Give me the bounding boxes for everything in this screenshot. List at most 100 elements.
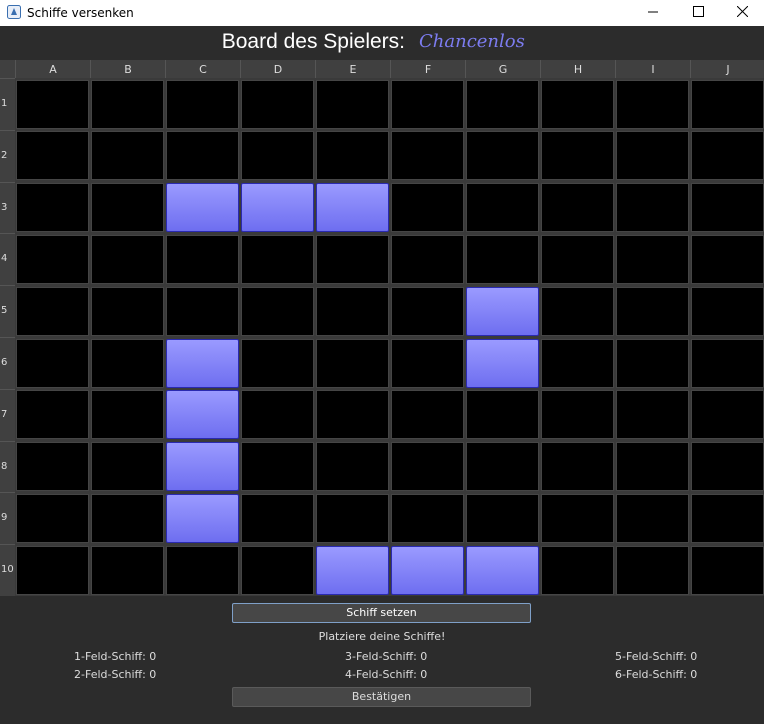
board-cell-d7[interactable] xyxy=(241,390,314,440)
board-cell-e5[interactable] xyxy=(316,286,389,336)
board-cell-c10[interactable] xyxy=(166,545,239,595)
board-cell-b1[interactable] xyxy=(91,79,164,129)
board-cell-i5[interactable] xyxy=(616,286,689,336)
board-cell-f7[interactable] xyxy=(391,390,464,440)
board-cell-a4[interactable] xyxy=(16,234,89,284)
board-cell-e4[interactable] xyxy=(316,234,389,284)
board-cell-g7[interactable] xyxy=(466,390,539,440)
board-cell-c4[interactable] xyxy=(166,234,239,284)
board-cell-g4[interactable] xyxy=(466,234,539,284)
place-ship-button[interactable]: Schiff setzen xyxy=(232,603,531,623)
board-cell-a3[interactable] xyxy=(16,183,89,233)
board-cell-b4[interactable] xyxy=(91,234,164,284)
board-cell-b10[interactable] xyxy=(91,545,164,595)
board-cell-d6[interactable] xyxy=(241,338,314,388)
board-cell-i3[interactable] xyxy=(616,183,689,233)
board-cell-f8[interactable] xyxy=(391,442,464,492)
board-cell-h8[interactable] xyxy=(541,442,614,492)
board-cell-h6[interactable] xyxy=(541,338,614,388)
board-cell-f2[interactable] xyxy=(391,131,464,181)
board-cell-j8[interactable] xyxy=(691,442,764,492)
board-cell-e2[interactable] xyxy=(316,131,389,181)
ship-cell-c7[interactable] xyxy=(166,390,239,440)
board-cell-j1[interactable] xyxy=(691,79,764,129)
confirm-button[interactable]: Bestätigen xyxy=(232,687,531,707)
board-cell-d2[interactable] xyxy=(241,131,314,181)
ship-cell-e10[interactable] xyxy=(316,545,389,595)
board-cell-g9[interactable] xyxy=(466,493,539,543)
board-cell-d8[interactable] xyxy=(241,442,314,492)
board-cell-b9[interactable] xyxy=(91,493,164,543)
board-cell-i9[interactable] xyxy=(616,493,689,543)
board-cell-i2[interactable] xyxy=(616,131,689,181)
ship-cell-g10[interactable] xyxy=(466,545,539,595)
board-cell-d5[interactable] xyxy=(241,286,314,336)
board-cell-j10[interactable] xyxy=(691,545,764,595)
board-cell-a6[interactable] xyxy=(16,338,89,388)
board-cell-i4[interactable] xyxy=(616,234,689,284)
board-cell-c5[interactable] xyxy=(166,286,239,336)
board-cell-f5[interactable] xyxy=(391,286,464,336)
board-cell-a2[interactable] xyxy=(16,131,89,181)
board-cell-h4[interactable] xyxy=(541,234,614,284)
board-cell-c2[interactable] xyxy=(166,131,239,181)
board-cell-g3[interactable] xyxy=(466,183,539,233)
board-cell-i10[interactable] xyxy=(616,545,689,595)
board-cell-b8[interactable] xyxy=(91,442,164,492)
board-cell-h2[interactable] xyxy=(541,131,614,181)
board-cell-b5[interactable] xyxy=(91,286,164,336)
board-cell-e1[interactable] xyxy=(316,79,389,129)
board-cell-h7[interactable] xyxy=(541,390,614,440)
ship-cell-d3[interactable] xyxy=(241,183,314,233)
ship-cell-g6[interactable] xyxy=(466,338,539,388)
board-cell-e6[interactable] xyxy=(316,338,389,388)
ship-cell-c3[interactable] xyxy=(166,183,239,233)
board-cell-h3[interactable] xyxy=(541,183,614,233)
board-cell-f6[interactable] xyxy=(391,338,464,388)
board-cell-i7[interactable] xyxy=(616,390,689,440)
board-cell-a7[interactable] xyxy=(16,390,89,440)
board-cell-b7[interactable] xyxy=(91,390,164,440)
board-cell-g2[interactable] xyxy=(466,131,539,181)
board-cell-c1[interactable] xyxy=(166,79,239,129)
board-cell-j4[interactable] xyxy=(691,234,764,284)
board-cell-b2[interactable] xyxy=(91,131,164,181)
board-cell-j2[interactable] xyxy=(691,131,764,181)
ship-cell-g5[interactable] xyxy=(466,286,539,336)
board-cell-h9[interactable] xyxy=(541,493,614,543)
board-cell-f1[interactable] xyxy=(391,79,464,129)
board-cell-j3[interactable] xyxy=(691,183,764,233)
board-cell-f4[interactable] xyxy=(391,234,464,284)
board-cell-d10[interactable] xyxy=(241,545,314,595)
board-cell-a1[interactable] xyxy=(16,79,89,129)
ship-cell-c8[interactable] xyxy=(166,442,239,492)
board-cell-f9[interactable] xyxy=(391,493,464,543)
board-cell-i6[interactable] xyxy=(616,338,689,388)
ship-cell-c6[interactable] xyxy=(166,338,239,388)
board-cell-h1[interactable] xyxy=(541,79,614,129)
board-cell-e8[interactable] xyxy=(316,442,389,492)
board-cell-d4[interactable] xyxy=(241,234,314,284)
board-cell-h10[interactable] xyxy=(541,545,614,595)
maximize-button[interactable] xyxy=(675,0,721,26)
board-cell-i1[interactable] xyxy=(616,79,689,129)
board-cell-g8[interactable] xyxy=(466,442,539,492)
board-cell-b6[interactable] xyxy=(91,338,164,388)
board-cell-e9[interactable] xyxy=(316,493,389,543)
board-cell-d9[interactable] xyxy=(241,493,314,543)
board-cell-i8[interactable] xyxy=(616,442,689,492)
board-cell-d1[interactable] xyxy=(241,79,314,129)
board-cell-a5[interactable] xyxy=(16,286,89,336)
board-cell-e7[interactable] xyxy=(316,390,389,440)
ship-cell-e3[interactable] xyxy=(316,183,389,233)
ship-cell-f10[interactable] xyxy=(391,545,464,595)
board-cell-b3[interactable] xyxy=(91,183,164,233)
minimize-button[interactable] xyxy=(630,0,676,26)
ship-cell-c9[interactable] xyxy=(166,493,239,543)
board-cell-h5[interactable] xyxy=(541,286,614,336)
board-cell-j7[interactable] xyxy=(691,390,764,440)
close-button[interactable] xyxy=(719,0,764,26)
board-cell-j6[interactable] xyxy=(691,338,764,388)
board-cell-a9[interactable] xyxy=(16,493,89,543)
board-cell-j9[interactable] xyxy=(691,493,764,543)
